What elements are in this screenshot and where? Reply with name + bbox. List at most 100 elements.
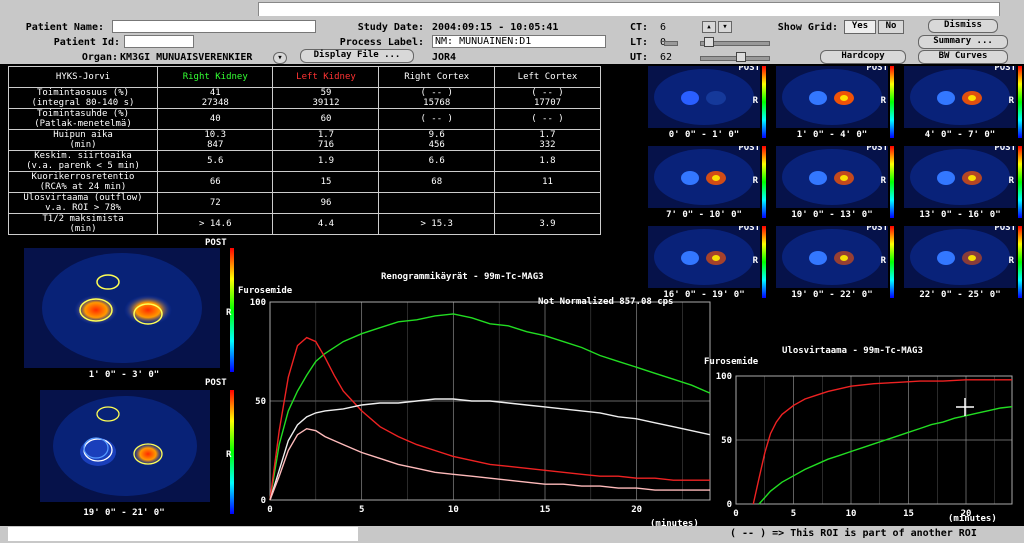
table-row-label: Toimintaosuus (%) (integral 80-140 s): [8, 87, 158, 109]
table-cell: 40: [156, 108, 274, 130]
table-header-cell: HYKS-Jorvi: [8, 66, 158, 88]
frame-thumbnail[interactable]: POST R: [776, 226, 888, 288]
table-cell: ( -- ): [493, 108, 602, 130]
table-cell: 1.8: [493, 150, 602, 172]
frame-thumbnail[interactable]: POST R: [904, 146, 1016, 208]
table-cell: 68: [378, 171, 495, 193]
table-cell: 72: [156, 192, 274, 214]
lt-slider-track-a[interactable]: [664, 41, 678, 46]
table-cell: [378, 192, 495, 214]
chart-title: Ulosvirtaama - 99m-Tc-MAG3: [782, 345, 923, 356]
table-row: Kuorikerrosretentio (RCA% at 24 min) 66 15 6…: [8, 171, 602, 193]
roi-image-early-label: 1' 0" - 3' 0": [88, 370, 160, 380]
table-cell: 5.6: [156, 150, 274, 172]
patient-id-field[interactable]: [124, 35, 194, 48]
frame-thumbnail-svg: [654, 69, 754, 125]
ct-down-arrow-icon[interactable]: ▾: [718, 21, 732, 33]
thumbnail-r-label: R: [752, 256, 758, 266]
lt-slider-handle[interactable]: [704, 37, 714, 47]
patient-name-label: Patient Name:: [25, 22, 104, 33]
table-cell: 96: [272, 192, 380, 214]
table-cell: 4.4: [272, 213, 380, 235]
thumbnail-r-label: R: [880, 176, 886, 186]
frame-thumbnail[interactable]: POST R: [904, 226, 1016, 288]
grid-no-button[interactable]: No: [878, 20, 904, 34]
table-header-cell: Right Cortex: [378, 66, 495, 88]
patient-name-field[interactable]: [112, 20, 316, 33]
organ-dropdown-button[interactable]: ▾: [273, 52, 287, 64]
frame-thumbnail-svg: [910, 149, 1010, 205]
table-row-label: Ulosvirtaama (outflow) v.a. ROI > 78%: [8, 192, 158, 214]
renogram-chart[interactable]: 0 5 10 15 20 0 50 100 Renogrammikäyrät - 99m-Tc-…: [236, 266, 716, 528]
lt-label: LT:: [629, 37, 648, 48]
outflow-chart[interactable]: 0 5 10 15 20050100Ulosvirtaama - 99m-Tc-MAG3…: [700, 340, 1020, 528]
frame-thumbnail-svg: [654, 149, 754, 205]
x-tick-label: 5: [359, 505, 364, 515]
thumbnail-colorbar: [1018, 226, 1022, 298]
frame-thumbnail[interactable]: POST R: [776, 146, 888, 208]
series-line: [752, 379, 1012, 505]
y-tick-label: 50: [255, 397, 266, 407]
thumbnail-post-label: POST: [994, 66, 1016, 73]
status-field[interactable]: [8, 527, 358, 541]
roi-image-late-post: POST: [205, 378, 227, 388]
thumbnail-r-label: R: [880, 96, 886, 106]
table-cell: 59 39112: [272, 87, 380, 109]
table-row-label: T1/2 maksimista (min): [8, 213, 158, 235]
frame-thumbnail-svg: [910, 69, 1010, 125]
roi-image-early[interactable]: [24, 248, 220, 368]
dismiss-button[interactable]: Dismiss: [928, 19, 998, 33]
frame-thumbnail[interactable]: POST R: [904, 66, 1016, 128]
grid-yes-button[interactable]: Yes: [844, 20, 876, 34]
thumbnail-post-label: POST: [738, 66, 760, 73]
ct-label: CT:: [629, 22, 648, 33]
hardcopy-button[interactable]: Hardcopy: [820, 50, 906, 64]
table-cell: 66: [156, 171, 274, 193]
summary-button[interactable]: Summary ...: [918, 35, 1008, 49]
frame-thumbnail-svg: [782, 229, 882, 285]
table-cell: > 14.6: [156, 213, 274, 235]
x-tick-label: 15: [903, 509, 914, 519]
process-label-label: Process Label:: [339, 37, 424, 48]
roi-image-early-r: R: [226, 308, 232, 318]
frame-thumbnail[interactable]: POST R: [648, 146, 760, 208]
table-row-label: Kuorikerrosretentio (RCA% at 24 min): [8, 171, 158, 193]
frame-thumbnail[interactable]: POST R: [776, 66, 888, 128]
ut-slider[interactable]: [700, 56, 770, 61]
thumbnail-colorbar: [890, 226, 894, 298]
roi-image-late-label: 19' 0" - 21' 0": [83, 508, 165, 518]
ut-slider-handle[interactable]: [736, 52, 746, 62]
thumbnail-post-label: POST: [866, 66, 888, 73]
table-cell: 3.9: [493, 213, 602, 235]
thumbnail-r-label: R: [1008, 256, 1014, 266]
organ-field[interactable]: KM3GI MUNUAISVERENKIER: [120, 52, 285, 63]
table-cell: 1.7 332: [493, 129, 602, 151]
patient-id-label: Patient Id:: [53, 37, 120, 48]
roi-image-early-post: POST: [205, 238, 227, 248]
chart-title: Renogrammikäyrät - 99m-Tc-MAG3: [381, 271, 544, 282]
thumbnail-r-label: R: [1008, 176, 1014, 186]
table-cell: [493, 192, 602, 214]
thumbnail-time-label: 0' 0" - 1' 0": [668, 130, 740, 140]
x-tick-label: 0: [733, 509, 738, 519]
y-tick-label: 0: [727, 500, 732, 510]
thumbnail-r-label: R: [752, 96, 758, 106]
frame-thumbnail[interactable]: POST R: [648, 66, 760, 128]
y-tick-label: 100: [716, 372, 732, 382]
roi-image-late[interactable]: [40, 390, 210, 502]
thumbnail-time-label: 19' 0" - 22' 0": [791, 290, 873, 300]
ct-up-arrow-icon[interactable]: ▴: [702, 21, 716, 33]
thumbnail-colorbar: [890, 146, 894, 218]
process-label-field[interactable]: NM: MUNUAINEN:D1: [432, 35, 606, 48]
table-row: Keskim. siirtoaika (v.a. parenk < 5 min) 5…: [8, 150, 602, 172]
table-row-label: Toimintasuhde (%) (Patlak-menetelmä): [8, 108, 158, 130]
table-header-cell: Left Kidney: [272, 66, 380, 88]
thumbnail-time-label: 22' 0" - 25' 0": [919, 290, 1001, 300]
display-file-button[interactable]: Display File ...: [300, 49, 414, 63]
bw-curves-button[interactable]: BW Curves: [918, 50, 1008, 64]
table-cell: 1.7 716: [272, 129, 380, 151]
frame-thumbnail-svg: [782, 69, 882, 125]
table-cell: 9.6 456: [378, 129, 495, 151]
table-cell: 6.6: [378, 150, 495, 172]
chart-subtitle: Not Normalized 857.08 cps: [538, 296, 673, 307]
